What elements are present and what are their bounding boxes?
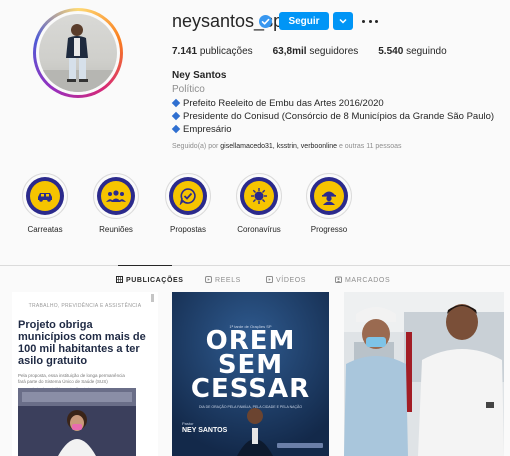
followers-count[interactable]: 63,8mil seguidores: [273, 46, 359, 57]
post-category: TRABALHO, PREVIDÊNCIA E ASSISTÊNCIA: [28, 303, 142, 309]
profile-name: Ney Santos: [172, 70, 227, 81]
highlight-ring: [306, 173, 352, 219]
post-footer-logos: [277, 443, 323, 448]
reels-icon: [205, 276, 212, 285]
check-chat-icon: [179, 188, 196, 205]
highlight-progresso[interactable]: Progresso: [299, 173, 359, 234]
highlight-carreatas[interactable]: Carreatas: [15, 173, 75, 234]
tab-posts[interactable]: PUBLICAÇÕES: [116, 276, 184, 285]
avatar-person-figure: [39, 24, 117, 92]
highlight-ring: [93, 173, 139, 219]
bio-line: Presidente do Conisud (Consórcio de 8 Mu…: [171, 110, 494, 123]
post-subtext: Pela proposta, essa instituição de longa…: [18, 373, 125, 384]
posts-count: 7.141 publicações: [172, 46, 253, 57]
diamond-icon: [171, 98, 181, 108]
group-icon: [106, 190, 126, 202]
highlight-ring: [22, 173, 68, 219]
highlight-label: Coronavírus: [237, 225, 281, 234]
post-top-text: 1ª tarde de Orações SP: [229, 324, 272, 329]
highlight-coronavirus[interactable]: Coronavírus: [229, 173, 289, 234]
tagged-icon: [335, 276, 342, 285]
active-tab-indicator: [118, 265, 172, 266]
profile-stats: 7.141 publicações 63,8mil seguidores 5.5…: [172, 46, 461, 57]
post-person-figure: [237, 408, 273, 456]
diamond-icon: [171, 124, 181, 134]
follow-button[interactable]: Seguir: [279, 12, 329, 30]
post-thumbnail[interactable]: TRABALHO, PREVIDÊNCIA E ASSISTÊNCIA Proj…: [12, 292, 158, 456]
post-thumbnail[interactable]: [344, 292, 504, 456]
following-count[interactable]: 5.540 seguindo: [378, 46, 446, 57]
diamond-icon: [171, 111, 181, 121]
post-title: OREM SEM CESSAR: [190, 326, 311, 404]
followed-by-text[interactable]: Seguido(a) por gisellamacedo31, ksstrin,…: [172, 143, 401, 150]
worker-icon: [322, 191, 336, 205]
tab-reels[interactable]: REELS: [205, 276, 241, 285]
grid-icon: [116, 276, 123, 285]
profile-category: Político: [172, 84, 205, 95]
avatar-border: [36, 11, 120, 95]
avatar-photo: [39, 14, 117, 92]
highlight-label: Carreatas: [27, 225, 63, 234]
highlight-label: Progresso: [310, 225, 348, 234]
suggested-accounts-button[interactable]: [333, 12, 353, 30]
chevron-down-icon: [339, 18, 347, 24]
tab-videos[interactable]: VÍDEOS: [266, 276, 306, 285]
car-icon: [38, 193, 52, 202]
profile-bio: Prefeito Reeleito de Embu das Artes 2016…: [171, 97, 494, 136]
dot-icon: [368, 19, 372, 23]
post-photo: [344, 292, 504, 456]
tabs-divider: [0, 265, 510, 266]
profile-avatar[interactable]: [33, 8, 123, 98]
post-headline: Projeto obriga municípios com mais de 10…: [18, 319, 146, 367]
scrollbar[interactable]: [151, 294, 154, 302]
post-thumbnail[interactable]: 1ª tarde de Orações SP OREM SEM CESSAR D…: [172, 292, 329, 456]
virus-icon: [251, 188, 267, 204]
video-icon: [266, 276, 273, 285]
bio-line: Prefeito Reeleito de Embu das Artes 2016…: [171, 97, 494, 110]
dot-icon: [362, 19, 365, 23]
post-photo: [18, 388, 136, 456]
highlight-ring: [165, 173, 211, 219]
highlight-reunioes[interactable]: Reuniões: [86, 173, 146, 234]
highlight-label: Propostas: [169, 225, 207, 234]
bio-line: Empresário: [171, 123, 494, 136]
verified-badge-icon: [259, 15, 272, 28]
dot-icon: [375, 19, 378, 23]
highlight-label: Reuniões: [99, 225, 133, 234]
highlight-propostas[interactable]: Propostas: [158, 173, 218, 234]
highlight-ring: [236, 173, 282, 219]
tab-tagged[interactable]: MARCADOS: [335, 276, 390, 285]
post-author-name: Pastor NEY SANTOS: [182, 421, 228, 434]
more-options-button[interactable]: [362, 14, 378, 28]
